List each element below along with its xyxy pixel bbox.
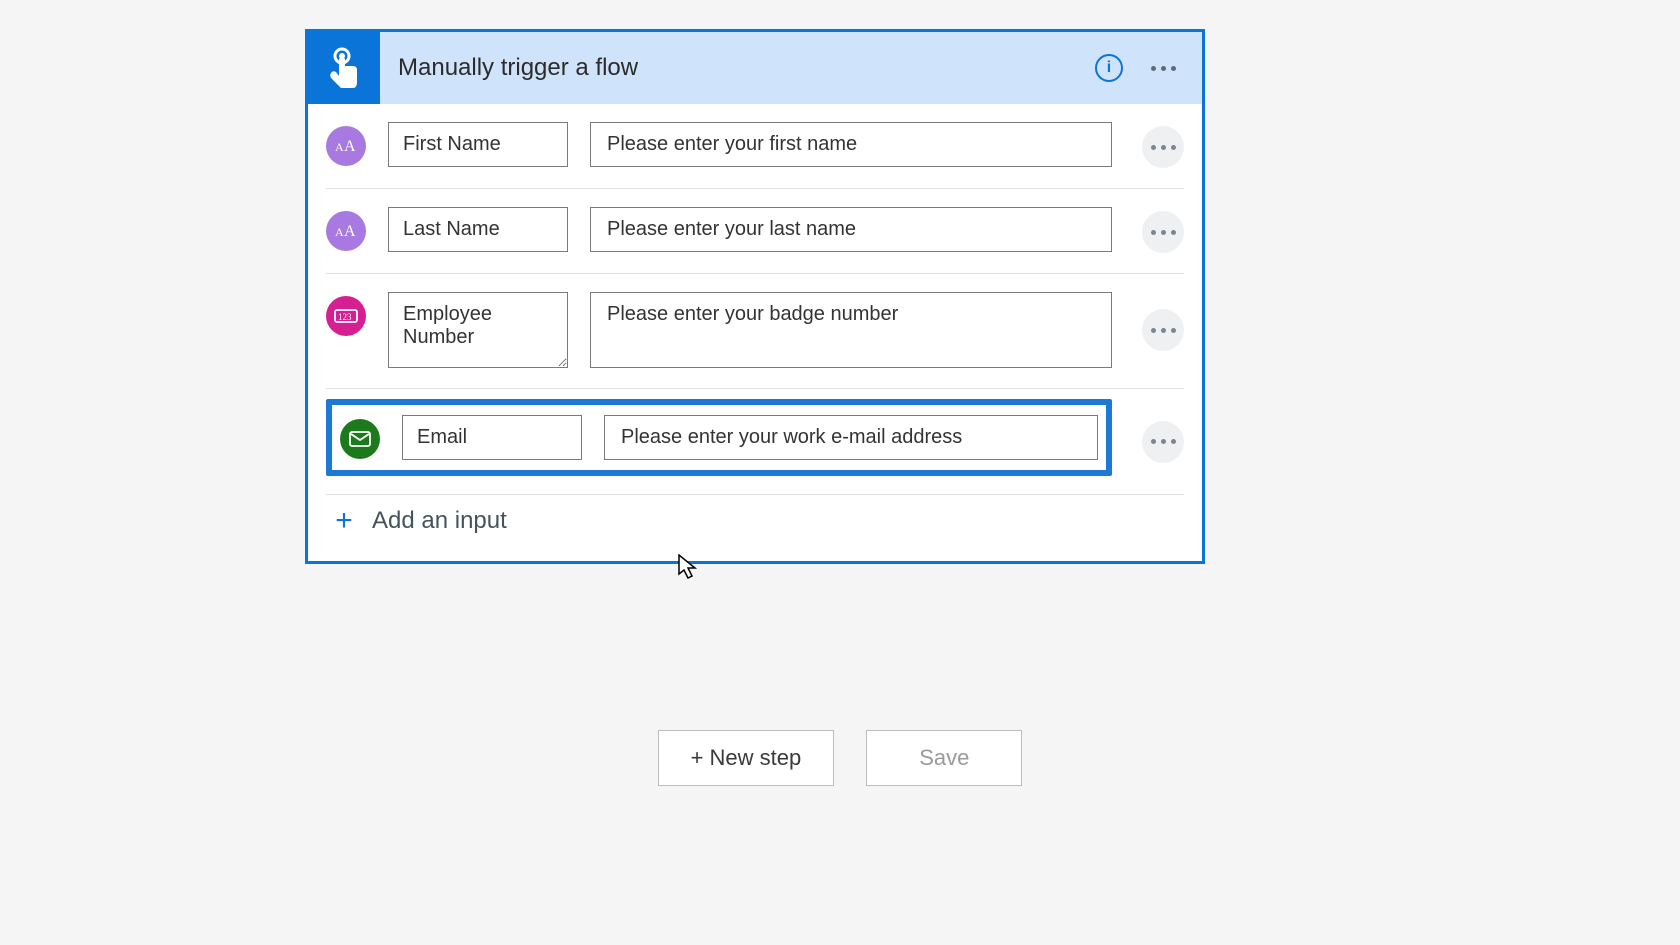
trigger-header[interactable]: Manually trigger a flow i bbox=[308, 32, 1202, 104]
svg-text:123: 123 bbox=[338, 312, 352, 322]
number-icon: 123 bbox=[326, 296, 366, 336]
touch-icon bbox=[325, 46, 363, 90]
save-button[interactable]: Save bbox=[866, 730, 1022, 786]
input-row-wrap: AA bbox=[308, 104, 1202, 188]
input-name-field[interactable] bbox=[402, 415, 582, 460]
row-menu-button[interactable] bbox=[1142, 421, 1184, 463]
input-row-wrap: AA bbox=[308, 189, 1202, 273]
highlighted-input bbox=[326, 399, 1112, 476]
input-row: AA bbox=[326, 189, 1184, 273]
svg-text:A: A bbox=[344, 223, 356, 240]
text-icon: AA bbox=[326, 126, 366, 166]
svg-text:A: A bbox=[335, 140, 344, 154]
input-row-wrap: 123 Employee Number Please enter your badg… bbox=[308, 274, 1202, 388]
input-row-wrap bbox=[308, 389, 1202, 490]
input-description-field[interactable] bbox=[604, 415, 1098, 460]
row-menu-button[interactable] bbox=[1142, 309, 1184, 351]
new-step-button[interactable]: + New step bbox=[658, 730, 835, 786]
footer-buttons: + New step Save bbox=[0, 730, 1680, 786]
input-description-field[interactable] bbox=[590, 207, 1112, 252]
email-icon bbox=[340, 419, 380, 459]
input-description-field[interactable]: Please enter your badge number bbox=[590, 292, 1112, 368]
input-name-field[interactable] bbox=[388, 122, 568, 167]
input-row: AA bbox=[326, 104, 1184, 188]
ellipsis-icon bbox=[1151, 230, 1176, 235]
add-input-label: Add an input bbox=[372, 507, 507, 535]
card-menu-icon[interactable] bbox=[1151, 66, 1176, 71]
ellipsis-icon bbox=[1151, 328, 1176, 333]
row-menu-button[interactable] bbox=[1142, 126, 1184, 168]
input-row bbox=[340, 415, 1098, 460]
input-name-field[interactable] bbox=[388, 207, 568, 252]
info-icon[interactable]: i bbox=[1095, 54, 1123, 82]
svg-text:A: A bbox=[344, 138, 356, 155]
ellipsis-icon bbox=[1151, 145, 1176, 150]
input-description-field[interactable] bbox=[590, 122, 1112, 167]
trigger-card: Manually trigger a flow i AAAA123Employe… bbox=[305, 29, 1205, 564]
input-name-field[interactable]: Employee Number bbox=[388, 292, 568, 368]
ellipsis-icon bbox=[1151, 439, 1176, 444]
text-icon: AA bbox=[326, 211, 366, 251]
add-input-button[interactable]: + Add an input bbox=[308, 495, 1202, 539]
plus-icon: + bbox=[330, 507, 358, 535]
trigger-title: Manually trigger a flow bbox=[380, 54, 1095, 82]
trigger-icon-box bbox=[308, 32, 380, 104]
trigger-body: AAAA123Employee NumberPlease enter your … bbox=[308, 104, 1202, 561]
input-row: 123 Employee Number Please enter your badg… bbox=[326, 274, 1184, 388]
row-menu-button[interactable] bbox=[1142, 211, 1184, 253]
svg-text:A: A bbox=[335, 225, 344, 239]
